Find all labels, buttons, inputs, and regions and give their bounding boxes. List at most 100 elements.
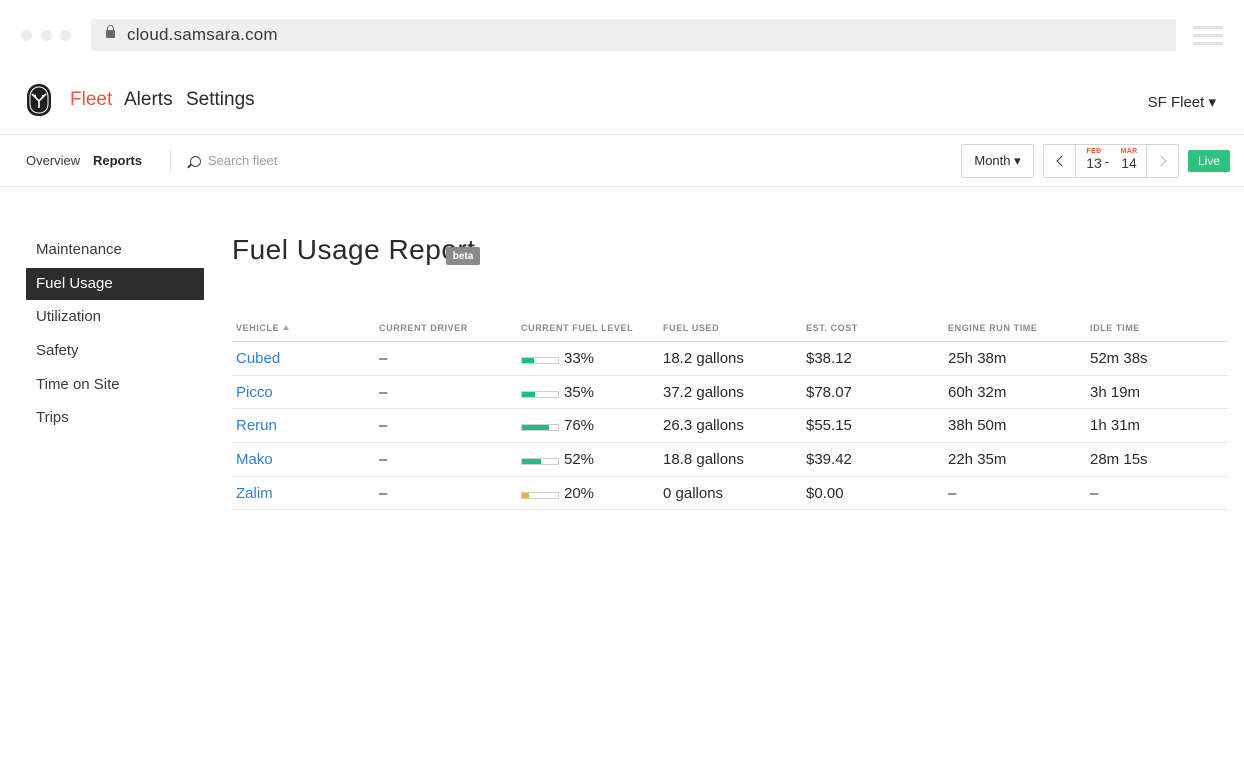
idle-time-cell: 52m 38s: [1090, 350, 1148, 367]
fuel-level-bar: [521, 390, 559, 398]
fuel-level-bar: [521, 424, 559, 432]
engine-run-time-cell: 22h 35m: [948, 451, 1007, 469]
tab-overview[interactable]: Overview: [26, 153, 80, 168]
table-row: Picco – 37.2 gallons $78.07 60h 32m 3h 19m 35%: [232, 376, 1229, 410]
sidebar-item-maintenance[interactable]: Maintenance: [26, 234, 204, 266]
top-navigation: Fleet Alerts Settings SF Fleet ▾: [0, 70, 1244, 135]
fuel-level-text: 33%: [564, 350, 595, 367]
fuel-level-fill: [522, 425, 550, 431]
sidebar-item-fuel-usage[interactable]: Fuel Usage: [26, 267, 204, 300]
tab-reports[interactable]: Reports: [93, 153, 142, 168]
driver-cell: –: [379, 417, 388, 435]
fuel-level-bar: [521, 491, 559, 499]
column-est-cost[interactable]: EST. COST: [806, 323, 858, 333]
fuel-used-cell: 37.2 gallons: [663, 383, 744, 401]
table-row: Cubed – 18.2 gallons $38.12 25h 38m 52m 38s 33…: [232, 342, 1229, 376]
table-header: VEHICLE CURRENT DRIVER CURRENT FUEL LEVE…: [232, 315, 1229, 342]
end-day: 14: [1121, 155, 1137, 171]
engine-run-time-cell: 38h 50m: [948, 417, 1007, 435]
fuel-level-fill: [522, 492, 530, 498]
sidebar-item-utilization[interactable]: Utilization: [26, 301, 204, 333]
url-text: cloud.samsara.com: [127, 25, 278, 44]
idle-time-cell: 28m 15s: [1090, 451, 1148, 469]
page-title: Fuel Usage Report: [232, 234, 476, 265]
driver-cell: –: [379, 451, 388, 469]
fuel-level-bar: [521, 357, 559, 364]
sort-asc-icon: [283, 325, 290, 330]
column-vehicle[interactable]: VEHICLE: [236, 323, 290, 333]
lock-icon: [106, 25, 115, 38]
browser-menu-icon[interactable]: [1193, 26, 1223, 46]
fleet-selector[interactable]: SF Fleet ▾: [1148, 93, 1216, 111]
table-row: Zalim – 0 gallons $0.00 – – 20%: [232, 477, 1229, 511]
live-button[interactable]: Live: [1188, 150, 1230, 172]
est-cost-cell: $0.00: [806, 484, 844, 502]
date-separator: -: [1105, 154, 1110, 169]
column-engine-run-time[interactable]: ENGINE RUN TIME: [948, 323, 1038, 333]
nav-settings[interactable]: Settings: [186, 89, 255, 111]
engine-run-time-cell: 60h 32m: [948, 383, 1007, 401]
table-row: Mako – 18.8 gallons $39.42 22h 35m 28m 15s 52%: [232, 443, 1229, 477]
samsara-logo-icon[interactable]: [26, 83, 52, 117]
chevron-left-icon: [1055, 155, 1068, 167]
vehicle-link[interactable]: Cubed: [236, 350, 280, 367]
fuel-used-cell: 18.2 gallons: [663, 350, 744, 367]
driver-cell: –: [379, 383, 388, 401]
date-range-picker: FEB 13 - MAR 14: [1043, 144, 1179, 178]
sidebar-item-trips[interactable]: Trips: [26, 402, 204, 434]
engine-run-time-cell: 25h 38m: [948, 350, 1007, 367]
table-row: Rerun – 26.3 gallons $55.15 38h 50m 1h 31m 76%: [232, 409, 1229, 444]
idle-time-cell: 1h 31m: [1090, 417, 1141, 435]
next-period-button[interactable]: [1146, 145, 1178, 177]
beta-badge: beta: [446, 247, 480, 265]
fuel-level-text: 35%: [564, 383, 595, 401]
fuel-used-cell: 0 gallons: [663, 484, 724, 502]
driver-cell: –: [379, 350, 388, 367]
sidebar-item-safety[interactable]: Safety: [26, 335, 204, 367]
fuel-usage-table: VEHICLE CURRENT DRIVER CURRENT FUEL LEVE…: [232, 315, 1229, 511]
fuel-used-cell: 26.3 gallons: [663, 417, 744, 435]
previous-period-button[interactable]: [1044, 145, 1076, 177]
report-sidebar: Maintenance Fuel Usage Utilization Safet…: [26, 234, 204, 436]
vehicle-link[interactable]: Picco: [236, 384, 273, 401]
window-close-dot[interactable]: [21, 30, 32, 41]
vehicle-link[interactable]: Zalim: [236, 485, 273, 502]
est-cost-cell: $78.07: [806, 383, 852, 401]
fuel-level-fill: [522, 391, 535, 397]
idle-time-cell: 3h 19m: [1090, 383, 1141, 401]
column-fuel-used[interactable]: FUEL USED: [663, 323, 719, 333]
chevron-right-icon: [1154, 155, 1167, 167]
fuel-level-text: 20%: [564, 484, 595, 502]
fuel-level-fill: [522, 459, 541, 465]
column-idle-time[interactable]: IDLE TIME: [1090, 323, 1140, 333]
nav-alerts[interactable]: Alerts: [124, 89, 173, 111]
range-select-button[interactable]: Month ▾: [961, 144, 1034, 178]
search-input[interactable]: [208, 148, 408, 172]
vehicle-link[interactable]: Mako: [236, 451, 273, 468]
divider: [170, 150, 171, 172]
column-current-fuel-level[interactable]: CURRENT FUEL LEVEL: [521, 323, 633, 333]
vehicle-link[interactable]: Rerun: [236, 417, 277, 434]
window-maximize-dot[interactable]: [60, 30, 71, 41]
est-cost-cell: $55.15: [806, 417, 852, 435]
fuel-level-text: 76%: [564, 417, 595, 435]
driver-cell: –: [379, 484, 388, 502]
est-cost-cell: $39.42: [806, 451, 852, 469]
end-date[interactable]: MAR 14: [1114, 148, 1144, 171]
fuel-level-fill: [522, 358, 534, 363]
idle-time-cell: –: [1090, 484, 1099, 502]
fuel-level-bar: [521, 458, 559, 466]
column-current-driver[interactable]: CURRENT DRIVER: [379, 323, 468, 333]
address-bar[interactable]: cloud.samsara.com: [91, 19, 1176, 51]
nav-fleet[interactable]: Fleet: [70, 89, 112, 111]
window-minimize-dot[interactable]: [41, 30, 52, 41]
fuel-level-text: 52%: [564, 451, 595, 469]
end-month: MAR: [1120, 148, 1138, 155]
fuel-used-cell: 18.8 gallons: [663, 451, 744, 469]
est-cost-cell: $38.12: [806, 350, 852, 367]
search-icon: [190, 156, 201, 167]
browser-chrome: cloud.samsara.com: [0, 0, 1244, 70]
sidebar-item-time-on-site[interactable]: Time on Site: [26, 369, 204, 401]
engine-run-time-cell: –: [948, 484, 957, 502]
sub-navigation: Overview Reports Month ▾ FEB 13 - MAR 14…: [0, 135, 1244, 187]
